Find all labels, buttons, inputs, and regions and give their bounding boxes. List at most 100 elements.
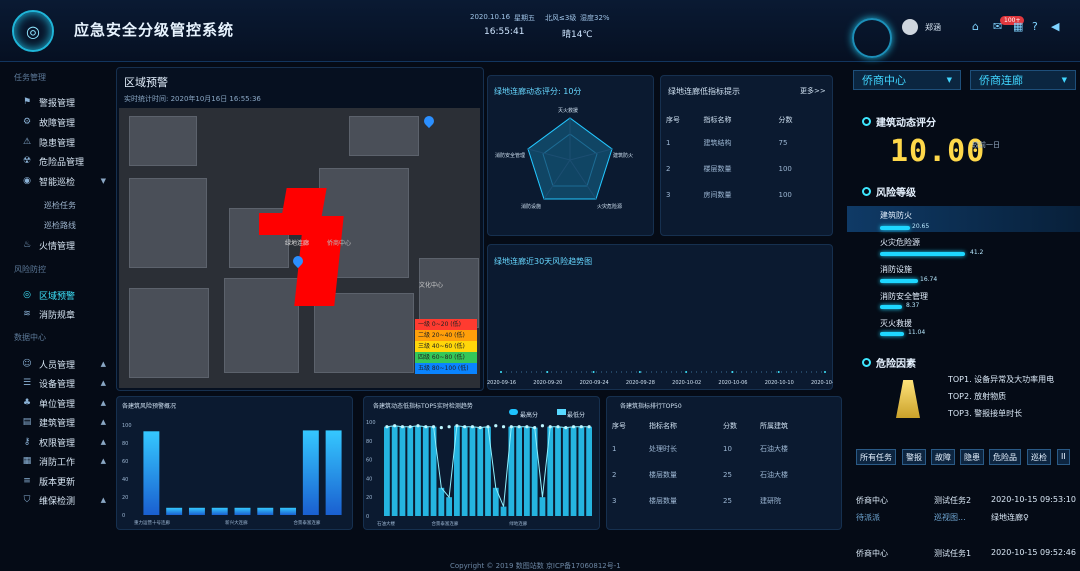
- tab-all[interactable]: 所有任务: [856, 449, 896, 465]
- nav-personnel[interactable]: ☺ 人员管理 ▲: [22, 357, 106, 371]
- task-place[interactable]: 侨商中心: [856, 548, 888, 559]
- nav-label: 人员管理: [39, 360, 76, 371]
- tab-fault[interactable]: 故障: [931, 449, 955, 465]
- nav-fault[interactable]: ⚙ 故障管理: [22, 115, 106, 129]
- bar[interactable]: [539, 497, 546, 516]
- nav-dangerous-goods[interactable]: ☢ 危险品管理: [22, 154, 106, 168]
- bar[interactable]: [384, 426, 390, 516]
- corridor-select[interactable]: 侨商连廊 ▼: [970, 70, 1076, 90]
- nav-region-warning[interactable]: ◎ 区域预警: [22, 288, 106, 302]
- nav-device[interactable]: ☰ 设备管理 ▲: [22, 376, 106, 390]
- user-name[interactable]: 郑涵: [925, 22, 941, 33]
- bar[interactable]: [555, 426, 561, 516]
- cell: 建研院: [760, 497, 781, 505]
- tab-patrol[interactable]: 巡检: [1027, 449, 1051, 465]
- bar[interactable]: [508, 426, 515, 516]
- nav-version[interactable]: ≡ 版本更新: [22, 474, 106, 488]
- level-label[interactable]: 消防安全管理: [880, 291, 928, 302]
- tab-alarm[interactable]: 警报: [902, 449, 926, 465]
- level-label[interactable]: 消防设施: [880, 264, 912, 275]
- table-row[interactable]: 1 处理时长 10 石油大楼: [612, 436, 834, 462]
- bar[interactable]: [302, 430, 319, 515]
- bar[interactable]: [516, 426, 522, 516]
- nav-building[interactable]: ▤ 建筑管理 ▲: [22, 415, 106, 429]
- bar[interactable]: [477, 427, 484, 516]
- bar[interactable]: [211, 507, 228, 515]
- risk-area[interactable]: [281, 188, 327, 218]
- table-row[interactable]: 3 楼层数量 25 建研院: [612, 488, 834, 514]
- bar[interactable]: [570, 426, 577, 516]
- nav-unit[interactable]: ♣ 单位管理 ▲: [22, 396, 106, 410]
- level-label[interactable]: 建筑防火: [880, 210, 912, 221]
- nav-alarm[interactable]: ⚑ 警报管理: [22, 95, 106, 109]
- bar[interactable]: [234, 507, 251, 515]
- nav-fire[interactable]: ♨ 火情管理: [22, 238, 106, 252]
- legend-item: 五级 80~100 (低): [415, 363, 477, 374]
- task-name[interactable]: 测试任务2: [934, 495, 971, 506]
- map-building: [419, 258, 479, 328]
- bar[interactable]: [422, 426, 429, 516]
- ring-icon: [862, 358, 871, 367]
- more-link[interactable]: 更多>>: [800, 86, 826, 96]
- location-pin-icon[interactable]: [421, 113, 437, 129]
- clock-text: 16:55:41: [484, 27, 525, 37]
- col-header: 序号: [612, 422, 626, 430]
- nav-patrol[interactable]: ◉ 智能巡检 ▼: [22, 174, 106, 188]
- bar[interactable]: [438, 487, 445, 516]
- sound-icon[interactable]: ◀: [1051, 20, 1059, 33]
- task-name[interactable]: 测试任务1: [934, 548, 971, 559]
- tab-more[interactable]: II: [1057, 449, 1070, 465]
- level-bar: [880, 226, 910, 230]
- col-header: 指标名称: [649, 422, 677, 430]
- building-select[interactable]: 侨商中心 ▼: [853, 70, 961, 90]
- bar[interactable]: [469, 426, 476, 516]
- bar[interactable]: [166, 507, 183, 515]
- help-icon[interactable]: ?: [1032, 20, 1038, 33]
- home-icon[interactable]: ⌂: [972, 20, 979, 33]
- radar-axis-label: 建筑防火: [613, 152, 633, 159]
- cell: 处理时长: [649, 445, 677, 453]
- bar[interactable]: [524, 426, 530, 516]
- bar[interactable]: [578, 426, 585, 516]
- bar[interactable]: [399, 426, 406, 516]
- bar[interactable]: [461, 426, 468, 516]
- avatar[interactable]: [902, 19, 918, 35]
- bar[interactable]: [454, 425, 460, 516]
- grid-icon[interactable]: ▦: [1013, 20, 1023, 33]
- bar[interactable]: [325, 430, 342, 515]
- level-label[interactable]: 火灾危险源: [880, 237, 920, 248]
- level-label[interactable]: 灭火救援: [880, 318, 912, 329]
- fire-icon: ♨: [22, 240, 32, 250]
- task-place[interactable]: 侨商中心: [856, 495, 888, 506]
- table-row[interactable]: 2 楼层数量 25 石油大楼: [612, 462, 834, 488]
- bar[interactable]: [562, 427, 569, 516]
- bar[interactable]: [257, 507, 274, 515]
- bar[interactable]: [188, 507, 205, 515]
- bar[interactable]: [280, 507, 297, 515]
- map-building: [129, 116, 197, 166]
- nav-label: 权限管理: [39, 438, 76, 449]
- bar[interactable]: [415, 425, 421, 516]
- nav-hazard[interactable]: ⚠ 隐患管理: [22, 135, 106, 149]
- bar[interactable]: [446, 497, 452, 516]
- table-row[interactable]: 3 房间数量 100: [666, 182, 816, 208]
- bar[interactable]: [407, 426, 414, 516]
- top50-table: 序号 指标名称 分数 所属建筑 1 处理时长 10 石油大楼 2 楼层数量 25 石油大楼 3 楼层…: [612, 416, 834, 514]
- bar[interactable]: [391, 425, 398, 516]
- y-tick-label: 0: [366, 514, 369, 520]
- table-row[interactable]: 2 楼层数量 100: [666, 156, 816, 182]
- nav-permission[interactable]: ⚷ 权限管理 ▲: [22, 435, 106, 449]
- nav-fire-rules[interactable]: ≋ 消防规章: [22, 307, 106, 321]
- table-row[interactable]: 1 建筑结构 75: [666, 130, 816, 156]
- tab-dangerous[interactable]: 危险品: [989, 449, 1021, 465]
- bar[interactable]: [547, 426, 554, 516]
- bar[interactable]: [500, 506, 507, 516]
- nav-fire-work[interactable]: ▦ 消防工作 ▲: [22, 454, 106, 468]
- bar[interactable]: [143, 431, 160, 515]
- tab-hazard[interactable]: 隐患: [960, 449, 984, 465]
- nav-maintenance[interactable]: ⛉ 维保检测 ▲: [22, 493, 106, 507]
- bar[interactable]: [586, 426, 592, 516]
- radar-axis-label: 火灾危险源: [597, 203, 622, 210]
- bar[interactable]: [531, 427, 538, 516]
- trend-point: [638, 371, 641, 373]
